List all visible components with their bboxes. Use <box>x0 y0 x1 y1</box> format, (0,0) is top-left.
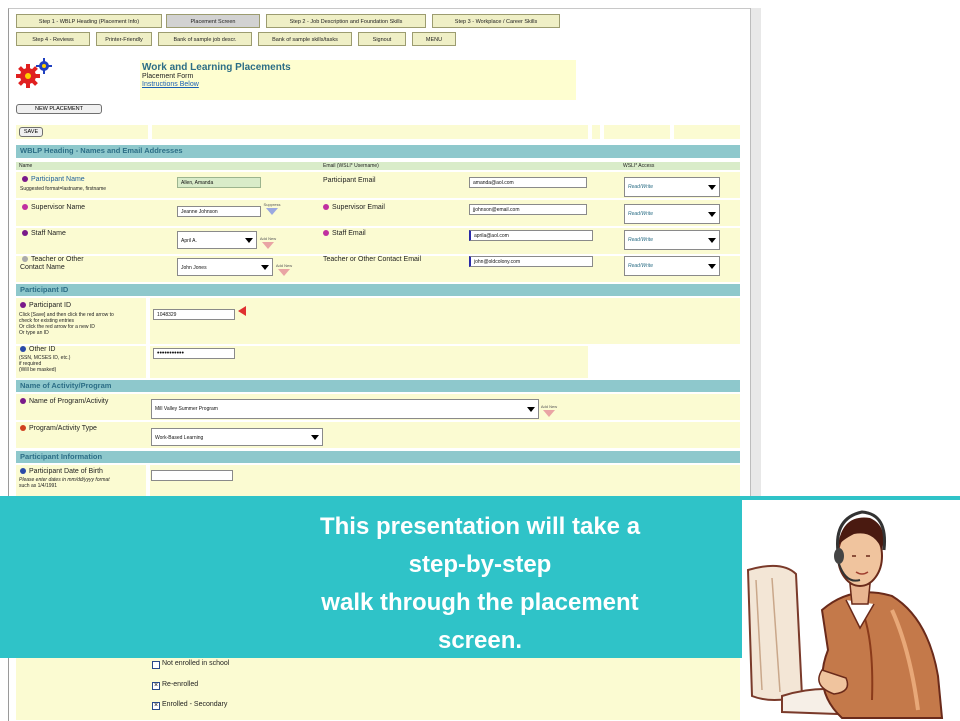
enrollment-cell <box>16 658 740 720</box>
teacher-name-select[interactable]: John Jones <box>177 258 273 276</box>
enrollment-checkbox-not-enrolled[interactable] <box>152 661 160 669</box>
supervisor-access-select[interactable]: Read/Write <box>624 204 720 224</box>
teacher-email-field[interactable]: john@oldcolony.com <box>469 256 593 267</box>
caption-text: This presentation will take a step-by-st… <box>220 508 740 660</box>
staff-access-select[interactable]: Read/Write <box>624 230 720 250</box>
staff-add-new-button[interactable]: Add New <box>258 236 278 249</box>
participant-name-label: Participant Name <box>22 176 85 184</box>
supervisor-email-field[interactable]: jjohnson@email.com <box>469 204 587 215</box>
red-arrow-icon[interactable] <box>238 306 246 316</box>
participant-email-label: Participant Email <box>323 177 376 184</box>
section-heading-participant-id: Participant ID <box>16 284 740 296</box>
caption-line: step-by-step <box>408 551 552 578</box>
program-type-label: Program/Activity Type <box>20 425 97 433</box>
participant-id-label: Participant ID <box>20 302 71 310</box>
nav-step3-button[interactable]: Step 3 - Workplace / Career Skills <box>432 14 560 28</box>
program-type-select[interactable]: Work-Based Learning <box>151 428 323 446</box>
nav-bank-skills-button[interactable]: Bank of sample skills/tasks <box>258 32 352 46</box>
supervisor-add-button[interactable]: Suppress <box>262 202 282 215</box>
section-heading-wblp: WBLP Heading - Names and Email Addresses <box>16 145 740 158</box>
nav-step1-button[interactable]: Step 1 - WBLP Heading (Placement Info) <box>16 14 162 28</box>
supervisor-email-label: Supervisor Email <box>323 204 385 212</box>
pid-note-4: Or type an ID <box>19 330 49 336</box>
enrollment-checkbox-secondary[interactable]: × <box>152 702 160 710</box>
other-id-field[interactable]: ••••••••••• <box>153 348 235 359</box>
staff-email-field[interactable]: aprila@aol.com <box>469 230 593 241</box>
teacher-name-label: Teacher or Other <box>22 256 84 264</box>
new-placement-button[interactable]: NEW PLACEMENT <box>16 104 102 114</box>
staff-name-label: Staff Name <box>22 230 66 238</box>
triangle-down-icon <box>266 208 278 215</box>
nav-menu-button[interactable]: MENU <box>412 32 456 46</box>
dob-note-2: such as 1/4/1991 <box>19 483 58 489</box>
participant-id-field[interactable]: 1048329 <box>153 309 235 320</box>
staff-name-select[interactable]: April A. <box>177 231 257 249</box>
dob-field-cell <box>150 465 740 497</box>
enrollment-label-not-enrolled: Not enrolled in school <box>162 660 230 667</box>
page-subtitle: Placement Form <box>142 73 194 80</box>
program-name-select[interactable]: Mill Valley Summer Program <box>151 399 539 419</box>
teacher-add-new-button[interactable]: Add New <box>274 263 294 276</box>
save-row-cell <box>674 125 740 139</box>
nav-placement-screen-button[interactable]: Placement Screen <box>166 14 260 28</box>
program-type-row <box>16 422 740 448</box>
column-header-name: Name <box>16 162 320 170</box>
save-row-cell <box>152 125 588 139</box>
column-header-email: Email (WSLI* Username) <box>320 162 620 170</box>
nav-printer-friendly-button[interactable]: Printer-Friendly <box>96 32 152 46</box>
triangle-down-icon <box>543 410 555 417</box>
gears-logo-icon <box>16 58 52 88</box>
triangle-down-icon <box>278 269 290 276</box>
nav-bank-job-descr-button[interactable]: Bank of sample job descr. <box>158 32 252 46</box>
person-at-computer-clipart <box>742 500 960 720</box>
nav-step4-button[interactable]: Step 4 - Reviews <box>16 32 90 46</box>
staff-email-label: Staff Email <box>323 230 366 238</box>
save-row-cell <box>592 125 600 139</box>
save-row-cell <box>604 125 670 139</box>
enrollment-label-secondary: Enrolled - Secondary <box>162 701 228 708</box>
pid-field-cell <box>150 298 740 344</box>
teacher-access-select[interactable]: Read/Write <box>624 256 720 276</box>
supervisor-name-label: Supervisor Name <box>22 204 85 212</box>
section-heading-participant-info: Participant Information <box>16 451 740 463</box>
enrollment-label-re-enrolled: Re-enrolled <box>162 681 199 688</box>
program-add-new-button[interactable]: Add New <box>539 404 559 417</box>
teacher-email-label: Teacher or Other Contact Email <box>323 256 422 263</box>
nav-step2-button[interactable]: Step 2 - Job Description and Foundation … <box>266 14 426 28</box>
save-button[interactable]: SAVE <box>19 127 43 137</box>
dob-label: Participant Date of Birth <box>20 468 103 476</box>
participant-access-select[interactable]: Read/Write <box>624 177 720 197</box>
caption-line: This presentation will take a <box>319 513 641 540</box>
section-heading-activity: Name of Activity/Program <box>16 380 740 392</box>
page-title: Work and Learning Placements <box>142 62 291 73</box>
program-name-label: Name of Program/Activity <box>20 398 108 406</box>
triangle-down-icon <box>262 242 274 249</box>
instructions-link[interactable]: Instructions Below <box>142 81 199 88</box>
enrollment-checkbox-re-enrolled[interactable]: × <box>152 682 160 690</box>
teacher-name-label-line2: Contact Name <box>20 264 65 271</box>
participant-name-note: Suggested format=lastname, firstname <box>20 186 107 192</box>
supervisor-name-field[interactable]: Jeanne Johnson <box>177 206 261 217</box>
caption-line: screen. <box>437 627 523 654</box>
participant-email-field[interactable]: amanda@aol.com <box>469 177 587 188</box>
dob-field[interactable] <box>151 470 233 481</box>
caption-line: walk through the placement <box>321 589 639 616</box>
other-id-note-3: (Will be masked) <box>19 367 57 373</box>
other-id-label: Other ID <box>20 346 55 354</box>
participant-name-field[interactable]: Allen, Amanda <box>177 177 261 188</box>
column-header-access: WSLI* Access <box>620 162 740 170</box>
nav-signout-button[interactable]: Signout <box>358 32 406 46</box>
